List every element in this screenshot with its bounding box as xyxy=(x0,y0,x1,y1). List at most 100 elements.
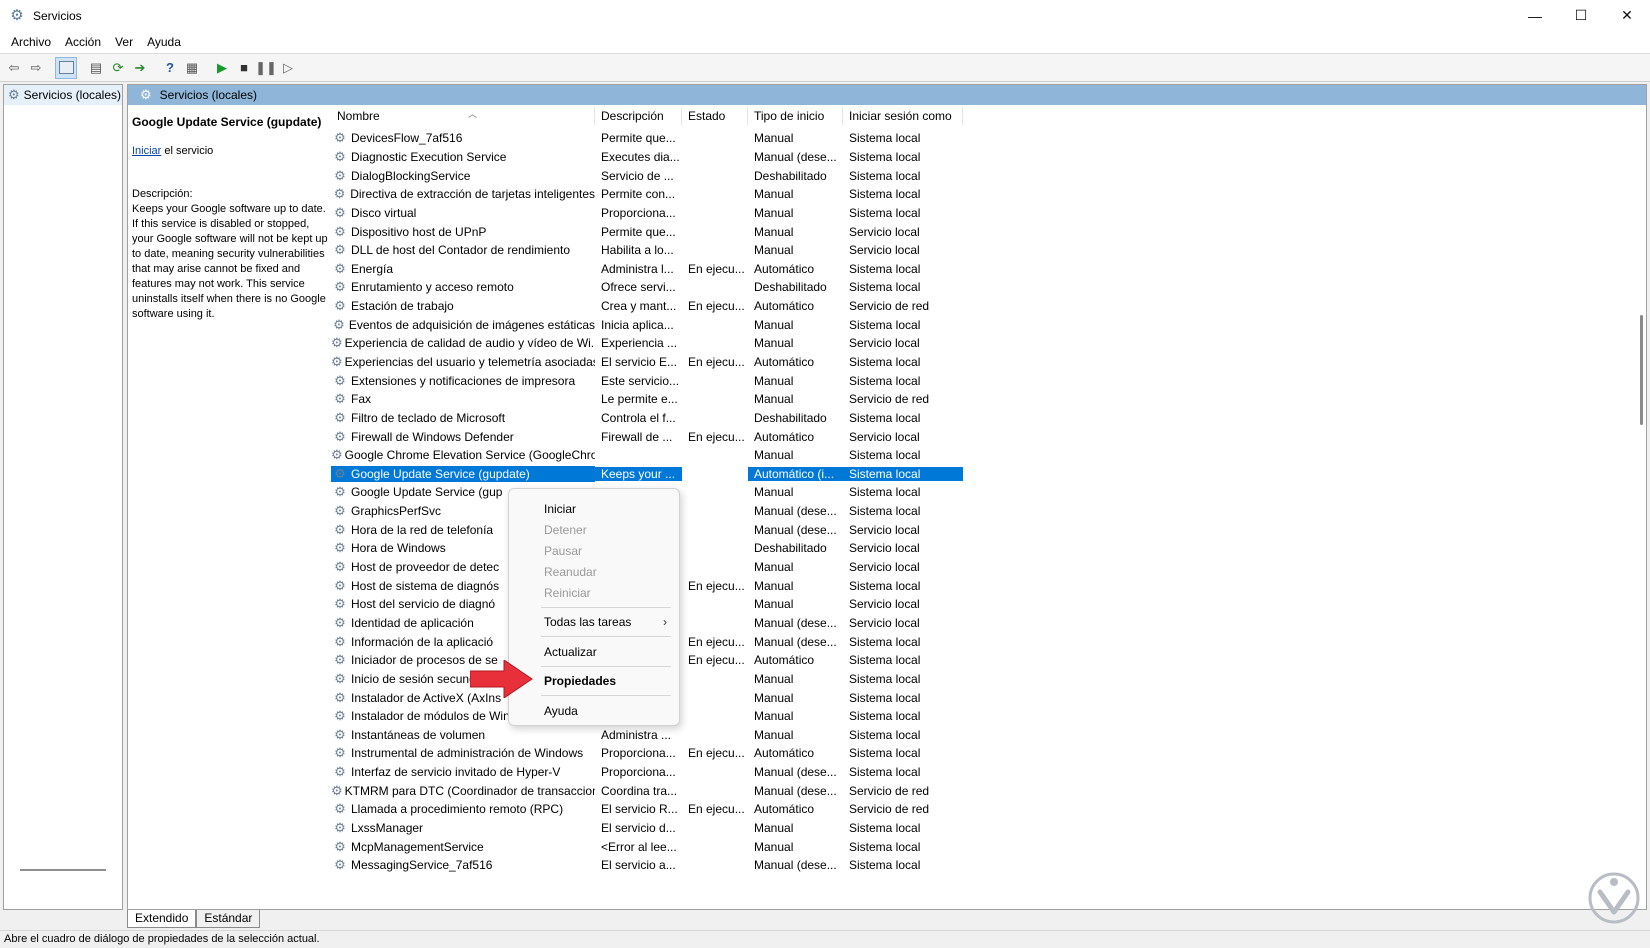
forward-arrow-icon[interactable]: ⇨ xyxy=(25,57,47,79)
tab-extendido[interactable]: Extendido xyxy=(127,910,197,928)
table-row[interactable]: ⚙ Google Chrome Elevation Service (Google… xyxy=(331,446,1627,465)
table-row[interactable]: ⚙ Diagnostic Execution Service Executes di… xyxy=(331,148,1627,167)
table-row[interactable]: ⚙ Eventos de adquisición de imágenes está… xyxy=(331,315,1627,334)
tab-estandar[interactable]: Estándar xyxy=(196,910,261,928)
table-row[interactable]: ⚙ Firewall de Windows Defender Firewall de… xyxy=(331,427,1627,446)
start-service-icon[interactable]: ▶ xyxy=(211,57,233,79)
service-name: LxssManager xyxy=(351,821,424,836)
column-header-startup-type[interactable]: Tipo de inicio xyxy=(748,107,843,125)
view-pane-icon[interactable]: ▦ xyxy=(181,57,203,79)
table-row[interactable]: ⚙ Llamada a procedimiento remoto (RPC) El … xyxy=(331,800,1627,819)
menu-ayuda[interactable]: Ayuda xyxy=(140,35,188,49)
column-header-name[interactable]: Nombre xyxy=(331,107,595,125)
start-service-link[interactable]: Iniciar xyxy=(132,145,161,157)
resume-service-icon[interactable]: ▷ xyxy=(277,57,299,79)
cell-logon-as: Sistema local xyxy=(849,821,921,836)
refresh-icon[interactable]: ⟳ xyxy=(107,57,129,79)
cell-logon-as: Sistema local xyxy=(849,746,921,761)
table-row[interactable]: ⚙ Google Update Service (gupdate) Keeps yo… xyxy=(331,465,1627,484)
cell-startup-type: Manual xyxy=(754,205,794,220)
table-row[interactable]: ⚙ Energía Administra l... En ejecu... Automá… xyxy=(331,259,1627,278)
column-header-description[interactable]: Descripción xyxy=(595,107,682,125)
back-arrow-icon[interactable]: ⇦ xyxy=(3,57,25,79)
table-row[interactable]: ⚙ McpManagementService <Error al lee... Man… xyxy=(331,837,1627,856)
menu-archivo[interactable]: Archivo xyxy=(4,35,58,49)
cell-name: ⚙ Firewall de Windows Defender xyxy=(331,429,595,445)
minimize-icon[interactable]: — xyxy=(1512,0,1558,31)
column-header-status[interactable]: Estado xyxy=(682,107,748,125)
menu-ver[interactable]: Ver xyxy=(108,35,140,49)
results-header: ⚙ Servicios (locales) xyxy=(128,85,1646,105)
pause-service-icon[interactable]: ❚❚ xyxy=(255,57,277,79)
close-icon[interactable]: ✕ xyxy=(1604,0,1650,31)
menu-accion[interactable]: Acción xyxy=(58,35,108,49)
table-row[interactable]: ⚙ Estación de trabajo Crea y mant... En eje… xyxy=(331,297,1627,316)
table-row[interactable]: ⚙ MessagingService_7af516 El servicio a...… xyxy=(331,856,1627,875)
column-header-logon-as[interactable]: Iniciar sesión como xyxy=(843,107,963,125)
cell-logon-as: Sistema local xyxy=(849,765,921,780)
service-gear-icon: ⚙ xyxy=(331,354,343,369)
ctx-item-iniciar[interactable]: Iniciar xyxy=(509,499,679,519)
stop-service-icon[interactable]: ■ xyxy=(233,57,255,79)
console-tree-icon[interactable] xyxy=(55,56,77,79)
service-name: Estación de trabajo xyxy=(351,299,454,314)
cell-startup-type: Manual xyxy=(754,485,794,500)
table-row[interactable]: ⚙ DialogBlockingService Servicio de ... Des… xyxy=(331,166,1627,185)
table-row[interactable]: ⚙ DevicesFlow_7af516 Permite que... Manual S… xyxy=(331,129,1627,148)
maximize-icon[interactable]: ☐ xyxy=(1558,0,1604,31)
ctx-item-todas-las-tareas[interactable]: Todas las tareas › xyxy=(509,612,679,632)
cell-logon-as: Sistema local xyxy=(843,466,963,481)
cell-logon-as: Sistema local xyxy=(849,634,921,649)
detail-start-line: Iniciar el servicio xyxy=(132,144,332,159)
export-list-icon[interactable]: ➔ xyxy=(129,57,151,79)
service-name: Dispositivo host de UPnP xyxy=(351,224,487,239)
cell-logon-as: Sistema local xyxy=(849,205,921,220)
table-row[interactable]: ⚙ Experiencias del usuario y telemetría a… xyxy=(331,353,1627,372)
cell-description: Inicia aplica... xyxy=(601,317,674,332)
cell-name: ⚙ DevicesFlow_7af516 xyxy=(331,130,595,146)
cell-description: <Error al lee... xyxy=(601,839,677,854)
services-app-icon: ⚙ xyxy=(10,6,24,24)
table-row[interactable]: ⚙ Dispositivo host de UPnP Permite que... M… xyxy=(331,222,1627,241)
service-gear-icon: ⚙ xyxy=(334,745,346,761)
detail-description: Keeps your Google software up to date. I… xyxy=(132,203,328,320)
vertical-scrollbar[interactable] xyxy=(1640,315,1643,425)
cell-description: Permite con... xyxy=(601,187,676,202)
cell-name: ⚙ Experiencias del usuario y telemetría a… xyxy=(331,354,595,370)
table-row[interactable]: ⚙ Disco virtual Proporciona... Manual Sistem… xyxy=(331,204,1627,223)
table-row[interactable]: ⚙ Interfaz de servicio invitado de Hyper-… xyxy=(331,763,1627,782)
cell-name: ⚙ DLL de host del Contador de rendimiento xyxy=(331,242,595,258)
table-row[interactable]: ⚙ KTMRM para DTC (Coordinador de transacc… xyxy=(331,781,1627,800)
service-name: Enrutamiento y acceso remoto xyxy=(351,280,514,295)
cell-startup-type: Deshabilitado xyxy=(754,410,827,425)
cell-logon-as: Sistema local xyxy=(849,858,921,873)
cell-logon-as: Servicio local xyxy=(849,336,920,351)
table-row[interactable]: ⚙ Instrumental de administración de Windo… xyxy=(331,744,1627,763)
ctx-item-propiedades[interactable]: Propiedades xyxy=(509,671,679,691)
table-row[interactable]: ⚙ Filtro de teclado de Microsoft Controla … xyxy=(331,409,1627,428)
service-gear-icon: ⚙ xyxy=(334,596,346,612)
service-name: Energía xyxy=(351,261,394,276)
cell-logon-as: Sistema local xyxy=(849,280,921,295)
tree-node-services-local[interactable]: ⚙ Servicios (locales) xyxy=(4,85,122,105)
table-row[interactable]: ⚙ Fax Le permite e... Manual Servicio de red xyxy=(331,390,1627,409)
table-row[interactable]: ⚙ DLL de host del Contador de rendimiento… xyxy=(331,241,1627,260)
ctx-item-actualizar[interactable]: Actualizar xyxy=(509,642,679,662)
cell-description: Administra ... xyxy=(601,727,672,742)
menu-bar: Archivo Acción Ver Ayuda xyxy=(0,31,1650,53)
cell-startup-type: Manual (dese... xyxy=(754,522,837,537)
table-row[interactable]: ⚙ LxssManager El servicio d... Manual Sistem… xyxy=(331,819,1627,838)
table-row[interactable]: ⚙ Directiva de extracción de tarjetas int… xyxy=(331,185,1627,204)
table-row[interactable]: ⚙ Experiencia de calidad de audio y vídeo… xyxy=(331,334,1627,353)
table-row[interactable]: ⚙ Enrutamiento y acceso remoto Ofrece serv… xyxy=(331,278,1627,297)
cell-startup-type: Manual xyxy=(754,243,794,258)
results-header-title: Servicios (locales) xyxy=(159,88,258,102)
table-row[interactable]: ⚙ Instantáneas de volumen Administra ... Ma… xyxy=(331,726,1627,745)
help-icon[interactable]: ? xyxy=(159,57,181,79)
ctx-item-ayuda[interactable]: Ayuda xyxy=(509,701,679,721)
table-row[interactable]: ⚙ Extensiones y notificaciones de impreso… xyxy=(331,371,1627,390)
horizontal-scrollbar[interactable] xyxy=(20,869,106,871)
properties-sheet-icon[interactable]: ▤ xyxy=(85,57,107,79)
service-gear-icon: ⚙ xyxy=(334,130,346,146)
service-name: Google Chrome Elevation Service (GoogleC… xyxy=(344,448,595,463)
